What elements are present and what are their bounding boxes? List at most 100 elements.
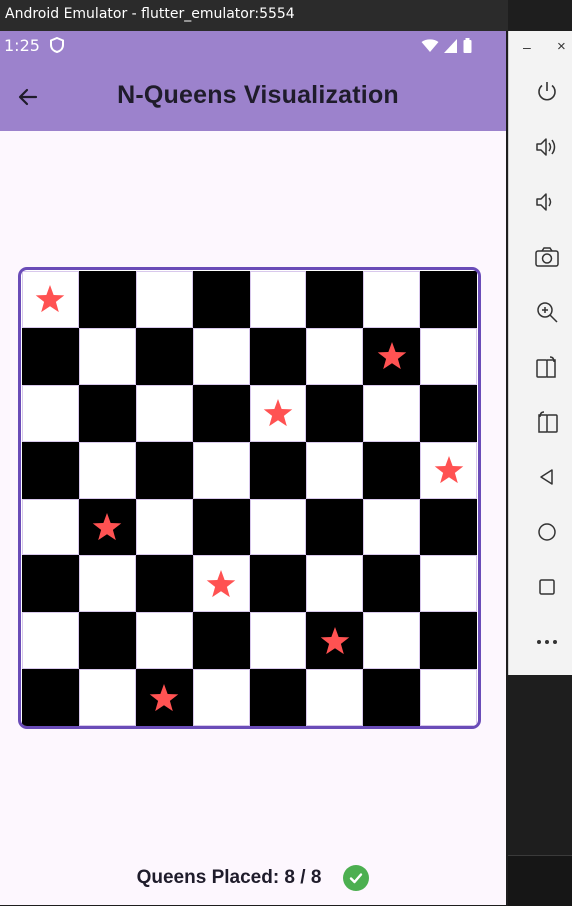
- volume-down-icon: [536, 193, 552, 211]
- queen-star-icon: [320, 626, 350, 654]
- volume-up-icon: [536, 138, 556, 156]
- close-button[interactable]: ×: [557, 38, 566, 55]
- board-cell[interactable]: [420, 441, 477, 499]
- queen-star-icon: [149, 683, 179, 711]
- board-cell[interactable]: [420, 271, 477, 328]
- battery-icon: [463, 38, 472, 53]
- board-cell[interactable]: [306, 498, 364, 556]
- board-cell[interactable]: [420, 555, 477, 613]
- power-button[interactable]: [529, 74, 565, 110]
- board-cell[interactable]: [363, 669, 421, 726]
- board-cell[interactable]: [78, 669, 136, 726]
- board-cell[interactable]: [192, 441, 250, 499]
- camera-icon: [535, 247, 559, 267]
- check-circle-icon: [343, 865, 370, 891]
- board-cell[interactable]: [192, 498, 250, 556]
- board-cell[interactable]: [78, 327, 136, 385]
- board-cell[interactable]: [22, 271, 79, 328]
- window-title: Android Emulator - flutter_emulator:5554: [5, 6, 295, 22]
- board-cell[interactable]: [78, 271, 136, 328]
- board-cell[interactable]: [135, 498, 193, 556]
- board-cell[interactable]: [420, 327, 477, 385]
- board-cell[interactable]: [22, 612, 79, 670]
- wifi-icon: [421, 38, 439, 52]
- board-cell[interactable]: [249, 669, 307, 726]
- board-cell[interactable]: [249, 441, 307, 499]
- board-cell[interactable]: [363, 498, 421, 556]
- board-cell[interactable]: [22, 498, 79, 556]
- overview-icon: [539, 579, 555, 595]
- board-cell[interactable]: [306, 271, 364, 328]
- board-cell[interactable]: [363, 441, 421, 499]
- board-cell[interactable]: [192, 327, 250, 385]
- board-cell[interactable]: [420, 612, 477, 670]
- board-cell[interactable]: [363, 271, 421, 328]
- board-cell[interactable]: [192, 555, 250, 613]
- zoom-button[interactable]: [529, 294, 565, 330]
- board-cell[interactable]: [135, 669, 193, 726]
- board-cell[interactable]: [363, 327, 421, 385]
- board-cell[interactable]: [135, 555, 193, 613]
- window-titlebar: Android Emulator - flutter_emulator:5554: [0, 0, 508, 31]
- board-cell[interactable]: [78, 384, 136, 442]
- board-cell[interactable]: [249, 384, 307, 442]
- nav-home-button[interactable]: [529, 514, 565, 550]
- board-cell[interactable]: [249, 555, 307, 613]
- rotate-right-icon: [538, 411, 558, 433]
- phone-screen: 1:25 N-Queens Visualization Queens Place…: [0, 31, 506, 905]
- board-cell[interactable]: [135, 271, 193, 328]
- board-cell[interactable]: [135, 612, 193, 670]
- board-cell[interactable]: [192, 669, 250, 726]
- board-cell[interactable]: [22, 555, 79, 613]
- board-cell[interactable]: [135, 327, 193, 385]
- nav-overview-button[interactable]: [529, 569, 565, 605]
- window-controls: – ×: [509, 38, 572, 59]
- board-cell[interactable]: [78, 555, 136, 613]
- status-icons: [421, 38, 472, 53]
- board-cell[interactable]: [249, 271, 307, 328]
- board-cell[interactable]: [363, 555, 421, 613]
- more-button[interactable]: [529, 624, 565, 660]
- signal-icon: [444, 38, 457, 53]
- board-cell[interactable]: [249, 327, 307, 385]
- board-cell[interactable]: [78, 612, 136, 670]
- board-cell[interactable]: [192, 271, 250, 328]
- board-cell[interactable]: [135, 384, 193, 442]
- board-cell[interactable]: [363, 612, 421, 670]
- board-cell[interactable]: [306, 384, 364, 442]
- rotate-left-button[interactable]: [529, 349, 565, 385]
- queen-star-icon: [377, 342, 406, 370]
- volume-down-button[interactable]: [529, 184, 565, 220]
- board-cell[interactable]: [78, 441, 136, 499]
- emulator-toolbar: – ×: [508, 31, 572, 675]
- volume-up-button[interactable]: [529, 129, 565, 165]
- board-cell[interactable]: [22, 327, 79, 385]
- board-cell[interactable]: [420, 498, 477, 556]
- board-cell[interactable]: [420, 669, 477, 726]
- queen-star-icon: [434, 456, 463, 484]
- board-cell[interactable]: [249, 612, 307, 670]
- board-cell[interactable]: [306, 612, 364, 670]
- power-icon: [538, 82, 556, 101]
- app-bar: N-Queens Visualization: [0, 62, 506, 131]
- board-cell[interactable]: [22, 384, 79, 442]
- board-cell[interactable]: [306, 555, 364, 613]
- screenshot-button[interactable]: [529, 239, 565, 275]
- board-cell[interactable]: [306, 327, 364, 385]
- board-cell[interactable]: [249, 498, 307, 556]
- board-cell[interactable]: [78, 498, 136, 556]
- host-taskbar-fragment: [508, 855, 572, 906]
- rotate-right-button[interactable]: [529, 404, 565, 440]
- board-cell[interactable]: [306, 441, 364, 499]
- board-cell[interactable]: [192, 384, 250, 442]
- board-cell[interactable]: [192, 612, 250, 670]
- board-cell[interactable]: [420, 384, 477, 442]
- board-cell[interactable]: [363, 384, 421, 442]
- board-cell[interactable]: [306, 669, 364, 726]
- board-cell[interactable]: [135, 441, 193, 499]
- board-cell[interactable]: [22, 669, 79, 726]
- board-cell[interactable]: [22, 441, 79, 499]
- nav-back-button[interactable]: [529, 459, 565, 495]
- zoom-in-icon: [537, 302, 558, 323]
- minimize-button[interactable]: –: [523, 39, 531, 55]
